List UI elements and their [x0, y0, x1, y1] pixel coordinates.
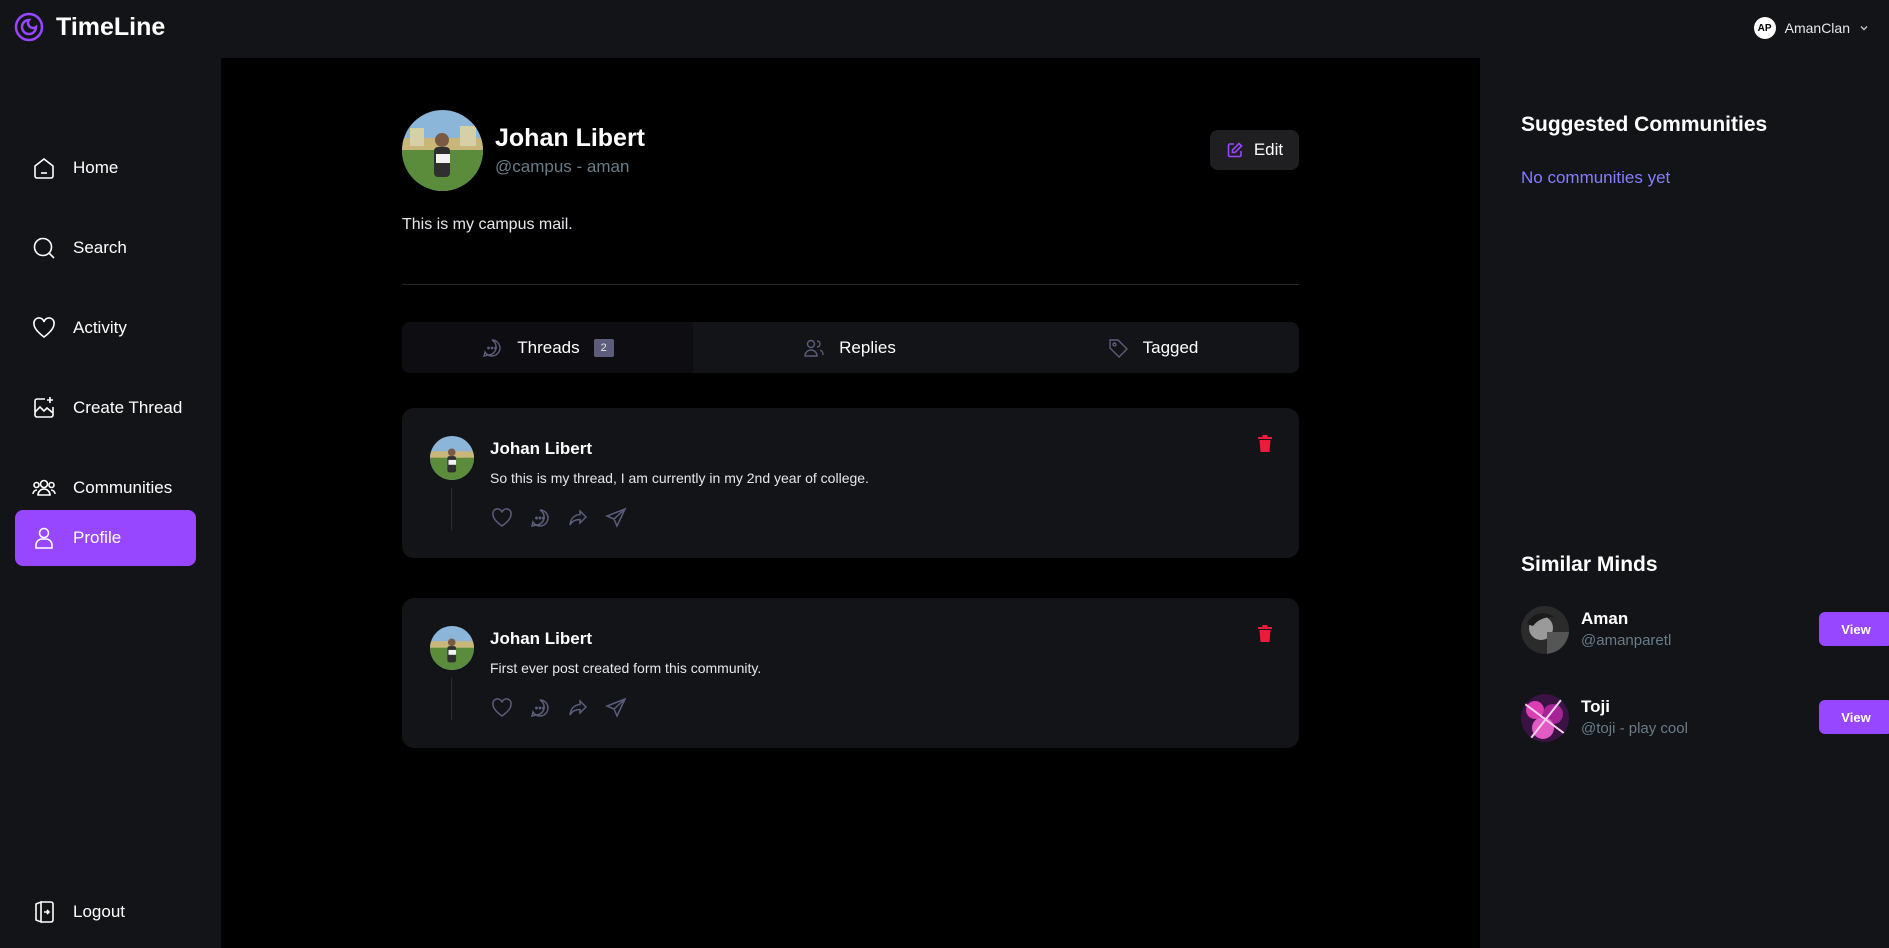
thread-actions	[490, 506, 628, 530]
tab-threads[interactable]: Threads 2	[402, 322, 693, 373]
similar-minds-title: Similar Minds	[1521, 553, 1658, 576]
delete-icon[interactable]	[1257, 435, 1273, 453]
sidebar-item-label: Home	[73, 158, 119, 177]
view-user-button[interactable]: View	[1819, 700, 1889, 734]
sidebar-item-search[interactable]: Search	[15, 220, 196, 276]
thread-card[interactable]: Johan Libert So this is my thread, I am …	[402, 408, 1299, 558]
threads-count-badge: 2	[593, 338, 614, 357]
suggested-communities-title: Suggested Communities	[1521, 113, 1768, 136]
logo-icon	[14, 12, 44, 42]
brand[interactable]: TimeLine	[14, 12, 165, 42]
heart-icon	[33, 317, 55, 339]
profile-bio: This is my campus mail.	[402, 216, 573, 233]
sidebar-item-label: Search	[73, 238, 127, 257]
thread-line	[451, 488, 452, 530]
thread-author[interactable]: Johan Libert	[490, 439, 592, 459]
sidebar-item-communities[interactable]: Communities	[15, 460, 196, 516]
right-sidebar: Suggested Communities No communities yet…	[1480, 58, 1889, 948]
create-thread-icon	[34, 397, 54, 418]
communities-icon	[32, 479, 56, 496]
sidebar-item-label: Activity	[73, 318, 127, 337]
replies-icon	[804, 339, 824, 357]
share-icon[interactable]	[604, 696, 628, 720]
profile-tabs: Threads 2 Replies Tagged	[402, 322, 1299, 373]
avatar-photo	[1521, 694, 1569, 742]
user-icon	[35, 527, 53, 549]
user-name: Toji	[1581, 697, 1610, 716]
user-handle: @amanparetl	[1581, 632, 1672, 649]
user-avatar[interactable]	[1521, 694, 1569, 742]
brand-name: TimeLine	[56, 12, 166, 41]
profile-handle: @campus - aman	[495, 157, 630, 176]
author-avatar[interactable]	[430, 436, 474, 480]
account-switcher[interactable]: AP AmanClan	[1753, 17, 1869, 39]
heart-icon[interactable]	[490, 506, 514, 530]
user-avatar[interactable]	[1521, 606, 1569, 654]
thread-author[interactable]: Johan Libert	[490, 629, 592, 649]
thread-line	[451, 678, 452, 720]
author-avatar[interactable]	[430, 626, 474, 670]
profile-name: Johan Libert	[495, 124, 646, 152]
sidebar-item-activity[interactable]: Activity	[15, 300, 196, 356]
tab-replies[interactable]: Replies	[693, 322, 1006, 373]
divider	[402, 284, 1299, 285]
tab-label: Tagged	[1142, 337, 1199, 357]
sidebar-item-create-thread[interactable]: Create Thread	[15, 380, 196, 436]
sidebar-item-home[interactable]: Home	[15, 140, 196, 196]
thread-card[interactable]: Johan Libert First ever post created for…	[402, 598, 1299, 748]
user-card: Aman @amanparetl View	[1521, 606, 1889, 654]
account-name: AmanClan	[1784, 20, 1850, 36]
edit-icon	[1227, 142, 1243, 158]
tab-label: Threads	[517, 337, 580, 357]
avatar-photo	[430, 436, 474, 480]
thread-text: So this is my thread, I am currently in …	[490, 470, 869, 486]
heart-icon[interactable]	[490, 696, 514, 720]
avatar-photo	[402, 110, 483, 191]
logout-label: Logout	[73, 902, 125, 921]
reply-icon[interactable]	[528, 506, 552, 530]
tab-label: Replies	[839, 337, 896, 357]
user-handle: @toji - play cool	[1581, 720, 1688, 737]
delete-icon[interactable]	[1257, 625, 1273, 643]
account-avatar: AP	[1753, 17, 1776, 39]
reply-icon[interactable]	[528, 696, 552, 720]
thread-text: First ever post created form this commun…	[490, 660, 762, 676]
sidebar-item-label: Communities	[73, 478, 173, 497]
view-user-button[interactable]: View	[1819, 612, 1889, 646]
tab-tagged[interactable]: Tagged	[1006, 322, 1299, 373]
edit-profile-button[interactable]: Edit	[1210, 130, 1299, 170]
sidebar-item-label: Create Thread	[73, 398, 183, 417]
profile-avatar[interactable]	[402, 110, 483, 191]
main-content: Johan Libert @campus - aman Edit This is…	[221, 58, 1480, 948]
avatar-photo	[1521, 606, 1569, 654]
edit-label: Edit	[1253, 140, 1284, 159]
avatar-photo	[430, 626, 474, 670]
tag-icon	[1108, 338, 1128, 358]
repost-icon[interactable]	[566, 506, 590, 530]
sidebar-item-label: Profile	[73, 528, 122, 547]
home-icon	[34, 157, 54, 179]
sidebar-item-profile[interactable]: Profile	[15, 510, 196, 566]
top-bar: TimeLine AP AmanClan	[0, 0, 1889, 58]
chevron-down-icon	[1860, 26, 1868, 31]
threads-icon	[483, 338, 501, 357]
repost-icon[interactable]	[566, 696, 590, 720]
user-card: Toji @toji - play cool View	[1521, 694, 1889, 742]
user-name: Aman	[1581, 609, 1629, 628]
left-sidebar: Home Search Activity Create Thread Commu…	[0, 58, 221, 948]
share-icon[interactable]	[604, 506, 628, 530]
suggested-communities-empty: No communities yet	[1521, 168, 1671, 187]
logout-button[interactable]: Logout	[15, 892, 125, 932]
thread-actions	[490, 696, 628, 720]
search-icon	[33, 237, 55, 259]
logout-icon	[35, 900, 54, 924]
